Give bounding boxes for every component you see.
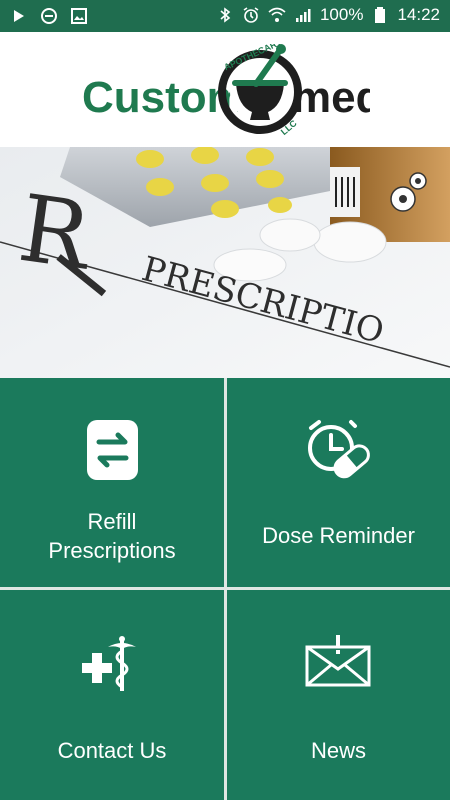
mail-alert-icon	[305, 635, 371, 687]
refill-label-line1: Refill	[87, 509, 137, 534]
refill-prescriptions-tile[interactable]: Refill Prescriptions	[0, 378, 224, 587]
alarm-pill-icon	[308, 420, 370, 479]
menu-grid: Refill Prescriptions Dose Reminder Conta…	[0, 378, 450, 800]
wifi-icon	[268, 7, 286, 22]
dose-reminder-label: Dose Reminder	[262, 523, 415, 548]
mortar-pestle-emblem: APOTHECARY LLC	[218, 44, 302, 137]
dose-reminder-tile[interactable]: Dose Reminder	[227, 378, 450, 587]
contact-us-tile[interactable]: Contact Us	[0, 590, 224, 800]
alarm-icon	[243, 7, 259, 23]
hero-prescription-image: R PRESCRIPTIO	[0, 147, 450, 378]
custommed-logo: Custom APOTHECARY LLC med	[82, 44, 370, 137]
battery-icon	[375, 7, 386, 23]
status-left-icons	[10, 7, 88, 25]
refill-label-line2: Prescriptions	[48, 538, 176, 563]
status-time: 14:22	[397, 5, 440, 24]
signal-icon	[295, 9, 311, 22]
refill-swap-icon	[87, 420, 138, 480]
bluetooth-icon	[220, 7, 231, 23]
news-tile[interactable]: News	[227, 590, 450, 800]
medical-caduceus-icon	[82, 636, 136, 691]
news-label: News	[310, 738, 366, 763]
play-icon	[14, 10, 24, 22]
contact-us-label: Contact Us	[57, 738, 167, 763]
battery-percent: 100%	[319, 5, 364, 24]
status-bar: 100% 14:22	[0, 0, 450, 32]
logo-text-right: med	[292, 73, 370, 122]
do-not-disturb-icon	[41, 8, 57, 24]
image-icon	[71, 8, 87, 24]
status-right-icons: 100% 14:22	[216, 5, 440, 25]
app-header: Custom APOTHECARY LLC med	[0, 32, 450, 147]
